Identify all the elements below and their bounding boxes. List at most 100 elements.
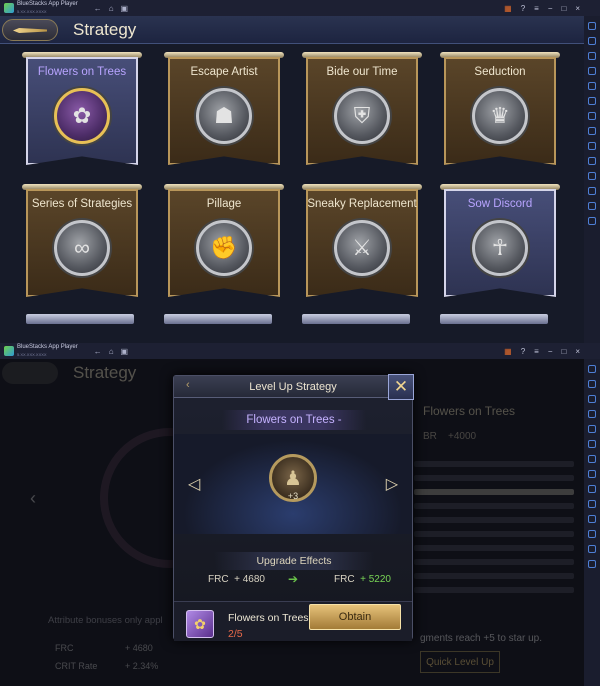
multi-instance-icon[interactable]: [588, 142, 596, 150]
folder-icon[interactable]: [588, 127, 596, 135]
rotate-icon[interactable]: [588, 187, 596, 195]
close-modal-button[interactable]: ✕: [388, 374, 414, 400]
back-icon[interactable]: ←: [94, 347, 102, 356]
armored-soldier-icon: ⛨: [334, 88, 390, 144]
minimize-icon[interactable]: −: [548, 347, 553, 356]
menu-icon[interactable]: ≡: [534, 347, 539, 356]
previous-arrow-icon[interactable]: ◁: [188, 474, 200, 494]
folder-icon[interactable]: [588, 470, 596, 478]
level-up-modal: ‹ Level Up Strategy ✕ Flowers on Trees -…: [173, 374, 414, 641]
warrior-portrait-icon: ☗: [196, 88, 252, 144]
top-screen: BlueStacks App Player 5.XX.XXX.XXXX ← ⌂ …: [0, 0, 600, 343]
next-row-banner: [164, 314, 272, 324]
lady-portrait-icon: ♛: [472, 88, 528, 144]
detail-title: Flowers on Trees: [423, 404, 516, 418]
strategy-back-button: [2, 362, 58, 384]
fist-icon: ✊: [196, 220, 252, 276]
volume-icon[interactable]: [588, 37, 596, 45]
help-icon[interactable]: ?: [521, 347, 525, 356]
stat-after: FRC + 5220: [334, 574, 391, 585]
apk-icon[interactable]: [588, 112, 596, 120]
settings-icon[interactable]: [588, 217, 596, 225]
hooded-figure-icon: ☥: [472, 220, 528, 276]
close-icon[interactable]: ×: [575, 4, 580, 13]
obtain-button[interactable]: Obtain: [309, 604, 401, 630]
strategy-card-series-of-strategies[interactable]: Series of Strategies ∞: [22, 184, 142, 306]
attribute-row: FRC + 4680: [55, 643, 153, 653]
eco-icon[interactable]: [588, 545, 596, 553]
home-icon[interactable]: ⌂: [109, 4, 114, 13]
strategy-back-button[interactable]: [2, 19, 58, 41]
strategy-name: Flowers on Trees -: [222, 410, 366, 430]
maximize-icon[interactable]: □: [561, 4, 566, 13]
expand-icon[interactable]: [588, 365, 596, 373]
multi-instance-icon[interactable]: [588, 485, 596, 493]
tabs-icon[interactable]: ▣: [121, 4, 129, 13]
card-label: Bide our Time: [326, 66, 398, 78]
screenshot-icon[interactable]: [588, 82, 596, 90]
bottom-screen: BlueStacks App Player 5.XX.XXX.XXXX ← ⌂ …: [0, 343, 600, 686]
keyboard-icon[interactable]: [588, 52, 596, 60]
record-icon[interactable]: [588, 97, 596, 105]
bluestacks-logo-icon: [4, 3, 14, 13]
home-icon[interactable]: ⌂: [109, 347, 114, 356]
arrow-right-icon: ➔: [288, 572, 299, 586]
strategy-card-flowers-on-trees[interactable]: Flowers on Trees ✿: [22, 52, 142, 174]
strategy-card-bide-our-time[interactable]: Bide our Time ⛨: [302, 52, 422, 174]
card-label: Sow Discord: [467, 198, 533, 210]
next-row-banner: [26, 314, 134, 324]
card-label: Escape Artist: [190, 66, 258, 78]
strategy-level: +3: [287, 491, 299, 501]
strategy-header: Strategy: [0, 16, 584, 44]
app-version: 5.XX.XXX.XXXX: [17, 352, 47, 357]
strategy-card-seduction[interactable]: Seduction ♛: [440, 52, 560, 174]
bluestacks-logo-icon: [4, 346, 14, 356]
macro-icon[interactable]: [588, 157, 596, 165]
record-icon[interactable]: [588, 440, 596, 448]
maximize-icon[interactable]: □: [561, 347, 566, 356]
gamepad-icon[interactable]: [588, 67, 596, 75]
gamepad-icon[interactable]: [588, 410, 596, 418]
chevron-left-icon: ‹: [30, 488, 36, 508]
page-title: Strategy: [73, 363, 137, 382]
shake-icon[interactable]: [588, 172, 596, 180]
strategy-card-sneaky-replacement[interactable]: Sneaky Replacement ⚔: [302, 184, 422, 306]
close-icon[interactable]: ×: [575, 347, 580, 356]
minimize-icon[interactable]: −: [548, 4, 553, 13]
shake-icon[interactable]: [588, 515, 596, 523]
menu-icon[interactable]: ≡: [534, 4, 539, 13]
flower-item-icon[interactable]: ✿: [186, 610, 214, 638]
help-icon[interactable]: ?: [521, 4, 525, 13]
app-version: 5.XX.XXX.XXXX: [17, 9, 47, 14]
strategy-card-escape-artist[interactable]: Escape Artist ☗: [164, 52, 284, 174]
gift-icon[interactable]: ▦: [504, 347, 512, 356]
strategy-card-sow-discord[interactable]: Sow Discord ☥: [440, 184, 560, 306]
screenshot-icon[interactable]: [588, 425, 596, 433]
tabs-icon[interactable]: ▣: [121, 347, 129, 356]
macro-icon[interactable]: [588, 500, 596, 508]
fragments-hint: gments reach +5 to star up.: [420, 633, 543, 644]
rotate-icon[interactable]: [588, 530, 596, 538]
card-label: Pillage: [206, 198, 242, 210]
eco-icon[interactable]: [588, 202, 596, 210]
next-arrow-icon[interactable]: ▷: [386, 474, 398, 494]
page-title: Strategy: [73, 20, 137, 39]
attribute-row: CRIT Rate + 2.34%: [55, 661, 159, 671]
window-titlebar: BlueStacks App Player 5.XX.XXX.XXXX ← ⌂ …: [0, 343, 600, 359]
detail-stat: BR +4000: [423, 431, 477, 442]
next-row-banner: [302, 314, 410, 324]
keyboard-icon[interactable]: [588, 395, 596, 403]
app-name: BlueStacks App Player: [17, 1, 78, 7]
volume-icon[interactable]: [588, 380, 596, 388]
modal-title: Level Up Strategy: [249, 381, 337, 393]
strategy-card-pillage[interactable]: Pillage ✊: [164, 184, 284, 306]
expand-icon[interactable]: [588, 22, 596, 30]
back-icon[interactable]: ←: [94, 4, 102, 13]
app-name: BlueStacks App Player: [17, 344, 78, 350]
apk-icon[interactable]: [588, 455, 596, 463]
settings-icon[interactable]: [588, 560, 596, 568]
gift-icon[interactable]: ▦: [504, 4, 512, 13]
emulator-sidebar: [584, 16, 600, 343]
upgrade-effects-label: Upgrade Effects: [214, 552, 374, 570]
stat-before: FRC + 4680: [208, 574, 265, 585]
